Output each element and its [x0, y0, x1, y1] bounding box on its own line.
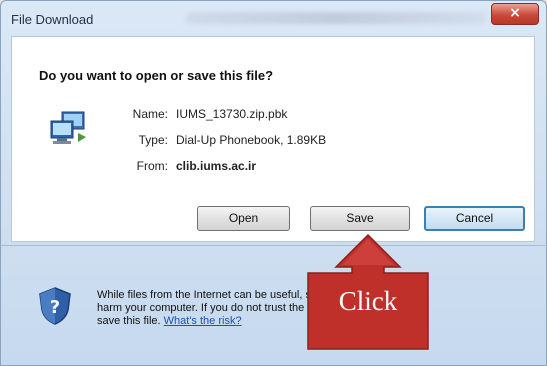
svg-text:?: ? — [50, 297, 60, 318]
title-bar[interactable]: File Download × — [1, 1, 546, 35]
name-value: IUMS_13730.zip.pbk — [176, 107, 288, 121]
name-label: Name: — [132, 107, 168, 121]
open-button[interactable]: Open — [197, 206, 290, 231]
cancel-button[interactable]: Cancel — [424, 206, 525, 231]
from-value: clib.iums.ac.ir — [176, 159, 257, 173]
whats-the-risk-link[interactable]: What's the risk? — [164, 315, 242, 327]
save-button[interactable]: Save — [310, 206, 410, 231]
computer-network-icon — [50, 111, 86, 144]
file-download-dialog: File Download × Do you want to open or s… — [0, 0, 547, 366]
separator — [1, 245, 547, 246]
callout-label: Click — [338, 286, 398, 316]
warning-line-3-text: save this file. — [97, 315, 161, 327]
blurred-title-text — [186, 12, 486, 24]
from-label: From: — [136, 159, 168, 173]
close-icon: × — [509, 5, 521, 21]
type-label: Type: — [138, 133, 168, 147]
dialog-question: Do you want to open or save this file? — [39, 68, 274, 83]
dialog-content: Do you want to open or save this file? N… — [11, 36, 535, 242]
type-value: Dial-Up Phonebook, 1.89KB — [176, 133, 327, 147]
close-button[interactable]: × — [491, 3, 539, 25]
shield-question-icon: ? — [39, 287, 71, 325]
window-title: File Download — [11, 12, 94, 27]
